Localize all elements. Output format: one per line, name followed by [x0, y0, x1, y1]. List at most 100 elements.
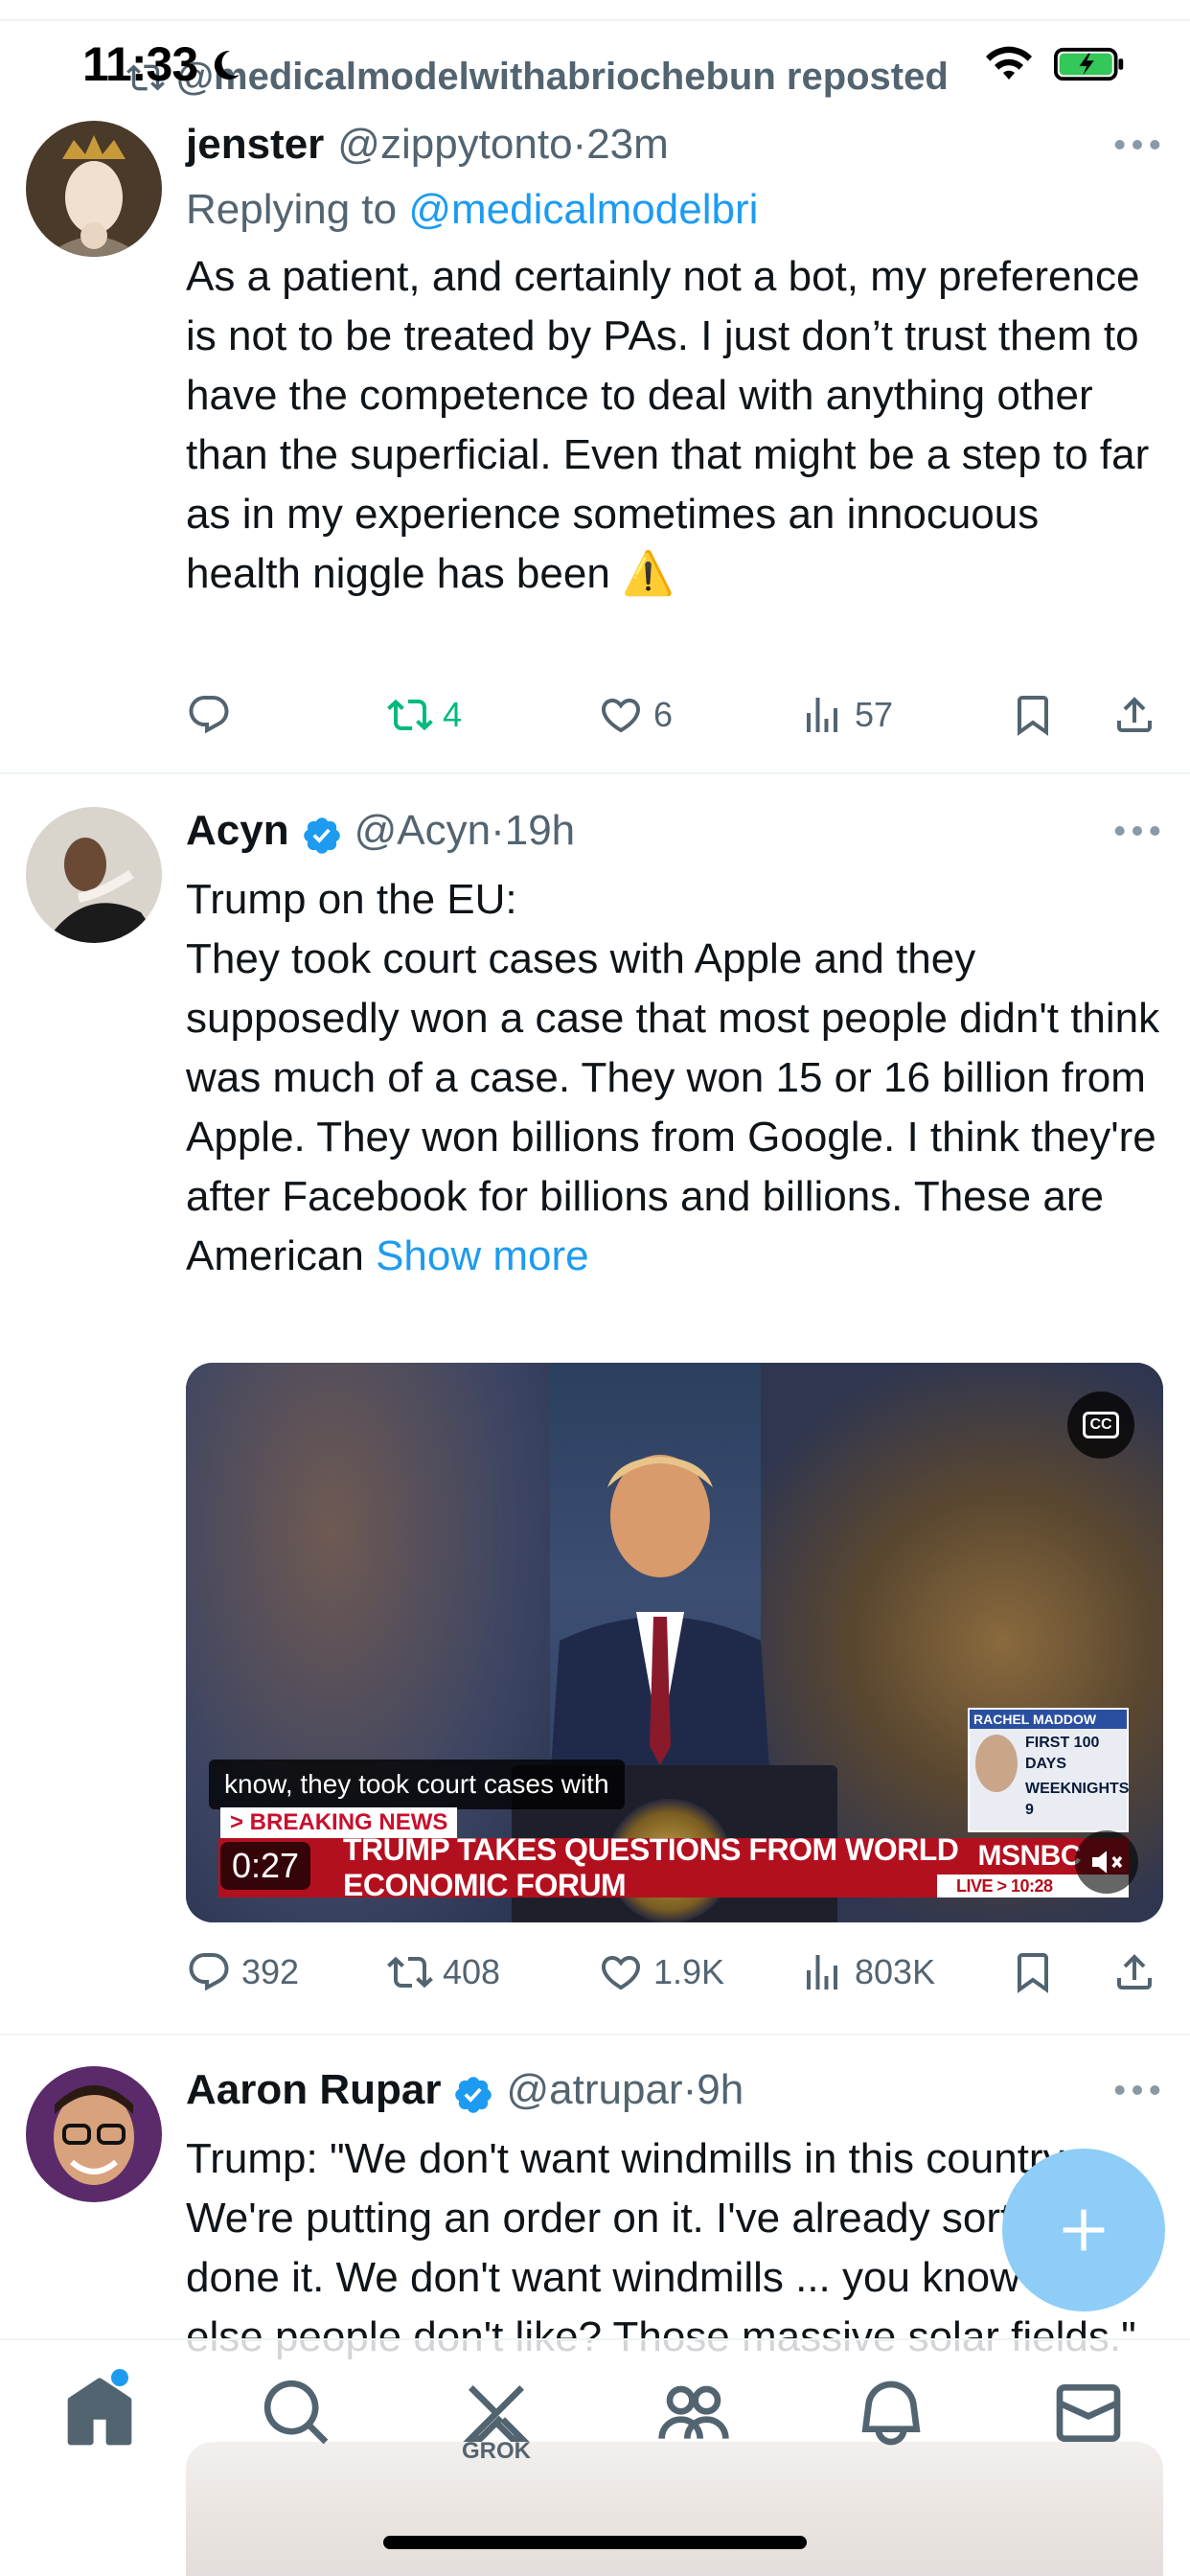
verified-icon — [455, 2077, 492, 2113]
separator: · — [491, 807, 505, 854]
moon-icon — [214, 50, 240, 80]
handle[interactable]: @atrupar — [506, 2066, 682, 2114]
share-button[interactable] — [1111, 1949, 1157, 1995]
views-icon — [807, 1955, 837, 1990]
tab-communities[interactable] — [655, 2375, 732, 2451]
bookmark-button[interactable] — [1010, 692, 1056, 738]
cc-label: CC — [1083, 1412, 1119, 1438]
bookmark-icon — [1018, 1953, 1048, 1993]
replying-to-link[interactable]: @medicalmodelbri — [408, 186, 758, 233]
avatar-portrait — [26, 2066, 162, 2202]
like-icon — [601, 1956, 641, 1990]
share-icon — [1117, 697, 1152, 732]
like-count: 6 — [653, 695, 674, 734]
tweet[interactable]: jenster @zippytonto · 23m Replying to @m… — [0, 121, 1190, 772]
tweet-header: jenster @zippytonto · 23m — [186, 121, 1161, 178]
retweet-icon — [387, 1956, 433, 1989]
views-count: 57 — [855, 695, 894, 734]
tweet-actions: 392 408 1.9K 803K — [186, 1944, 1171, 2001]
retweet-icon — [387, 699, 433, 731]
video-player[interactable]: CC RACHEL MADDOW FIRST 100 DAYS WEEKNIGH… — [186, 1363, 1163, 1922]
search-icon — [263, 2380, 329, 2445]
promo-title: RACHEL MADDOW — [970, 1710, 1127, 1729]
like-icon — [601, 699, 641, 733]
more-icon[interactable] — [1113, 2076, 1161, 2104]
tweet-text-body: Trump on the EU: They took court cases w… — [186, 876, 1160, 1279]
verified-icon — [303, 817, 340, 854]
views-count: 803K — [855, 1952, 936, 1991]
views-icon — [807, 698, 837, 732]
video-caption: know, they took court cases with — [209, 1760, 625, 1809]
network-logo: MSNBC — [977, 1840, 1082, 1872]
retweet-button[interactable]: 4 — [387, 692, 462, 738]
status-bar: 11:33 — [0, 0, 1190, 125]
handle[interactable]: @Acyn — [355, 807, 491, 855]
compose-icon — [1063, 2209, 1105, 2251]
reply-button[interactable]: 392 — [186, 1949, 299, 1995]
display-name[interactable]: Aaron Rupar — [186, 2066, 441, 2114]
avatar-portrait — [26, 807, 162, 943]
notifications-icon — [861, 2380, 921, 2446]
compose-button[interactable] — [1002, 2149, 1165, 2312]
tweet-text: As a patient, and certainly not a bot, m… — [186, 253, 1161, 597]
tweet-header: Aaron Rupar @atrupar · 9h — [186, 2066, 1161, 2124]
more-icon[interactable] — [1113, 130, 1161, 159]
retweet-count: 408 — [443, 1952, 501, 1991]
display-name[interactable]: Acyn — [186, 807, 289, 855]
replying-to: Replying to @medicalmodelbri — [186, 186, 1161, 234]
views-button[interactable]: 803K — [799, 1949, 935, 1995]
show-more-link[interactable]: Show more — [376, 1232, 589, 1279]
views-button[interactable]: 57 — [799, 692, 893, 738]
video-duration: 0:27 — [220, 1842, 311, 1890]
tweet-body: Acyn @Acyn · 19h Trump on the EU: They t… — [186, 807, 1161, 1286]
retweet-count: 4 — [443, 695, 463, 734]
like-button[interactable]: 6 — [598, 692, 673, 738]
replying-prefix: Replying to — [186, 186, 409, 233]
avatar-portrait — [26, 121, 162, 257]
wifi-icon — [986, 46, 1032, 80]
like-button[interactable]: 1.9K — [598, 1949, 724, 1995]
bookmark-icon — [1018, 696, 1048, 736]
tab-search[interactable] — [259, 2375, 335, 2451]
tweet-divider — [0, 2034, 1190, 2036]
home-icon — [67, 2378, 132, 2446]
tab-home[interactable] — [61, 2369, 138, 2451]
avatar[interactable] — [26, 807, 162, 943]
tweet-header: Acyn @Acyn · 19h — [186, 807, 1161, 864]
promo-box: RACHEL MADDOW FIRST 100 DAYS WEEKNIGHTS … — [968, 1708, 1129, 1832]
status-time: 11:33 — [82, 37, 198, 91]
timestamp[interactable]: 9h — [697, 2066, 744, 2114]
reply-button[interactable] — [186, 692, 241, 738]
retweet-button[interactable]: 408 — [387, 1949, 500, 1995]
share-icon — [1117, 1954, 1152, 1990]
avatar[interactable] — [26, 2066, 162, 2202]
tweet[interactable]: Acyn @Acyn · 19h Trump on the EU: They t… — [0, 807, 1190, 2034]
handle[interactable]: @zippytonto — [337, 121, 572, 169]
battery-icon — [1054, 47, 1124, 81]
tab-messages[interactable] — [1050, 2375, 1127, 2451]
messages-icon — [1056, 2384, 1121, 2442]
bookmark-button[interactable] — [1010, 1949, 1056, 1995]
mute-button[interactable] — [1075, 1830, 1138, 1894]
reply-count: 392 — [241, 1952, 300, 1991]
tab-notifications[interactable] — [853, 2375, 929, 2451]
avatar[interactable] — [26, 121, 162, 257]
timestamp[interactable]: 23m — [586, 121, 669, 169]
tweet-divider — [0, 772, 1190, 774]
share-button[interactable] — [1111, 692, 1157, 738]
like-count: 1.9K — [653, 1952, 725, 1991]
more-icon[interactable] — [1113, 816, 1161, 845]
captions-button[interactable]: CC — [1067, 1392, 1134, 1459]
separator: · — [682, 2066, 698, 2113]
reply-icon — [189, 1953, 229, 1991]
timestamp[interactable]: 19h — [505, 807, 575, 855]
grok-label: GROK — [462, 2438, 531, 2464]
display-name[interactable]: jenster — [186, 121, 324, 169]
mute-icon — [1092, 1851, 1123, 1874]
promo-face — [975, 1735, 1018, 1792]
tweet-text: Trump on the EU: They took court cases w… — [186, 870, 1161, 1286]
reply-icon — [189, 696, 229, 734]
communities-icon — [658, 2385, 729, 2439]
home-indicator[interactable] — [383, 2536, 807, 2549]
notification-dot — [111, 2369, 128, 2386]
